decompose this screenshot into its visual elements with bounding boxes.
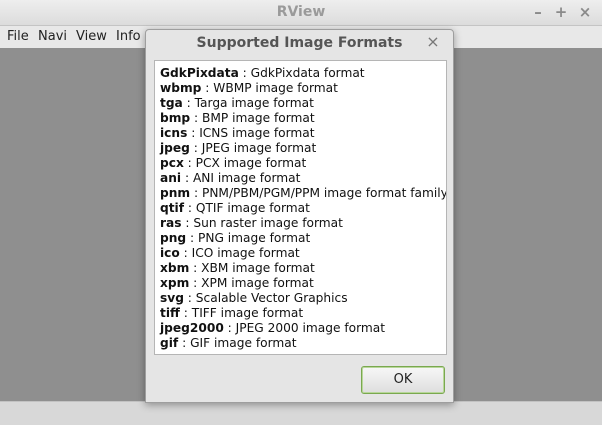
format-row: xbm : XBM image format	[160, 261, 446, 276]
menu-info[interactable]: Info	[116, 29, 141, 44]
maximize-icon[interactable]: +	[552, 3, 570, 21]
format-name: tga	[160, 96, 183, 110]
format-row: wbmp : WBMP image format	[160, 81, 446, 96]
format-name: icns	[160, 126, 188, 140]
menu-file[interactable]: File	[7, 29, 29, 44]
menu-view[interactable]: View	[76, 29, 107, 44]
format-name: ani	[160, 171, 182, 185]
format-desc: : Sun raster image format	[181, 216, 343, 230]
format-name: ras	[160, 216, 182, 230]
format-desc: : XPM image format	[189, 276, 314, 290]
format-desc: : GIF image format	[178, 336, 297, 350]
dialog-close-icon[interactable]: ×	[425, 34, 441, 50]
format-row: xpm : XPM image format	[160, 276, 446, 291]
format-name: tiff	[160, 306, 180, 320]
minimize-icon[interactable]: –	[529, 3, 547, 21]
format-desc: : Scalable Vector Graphics	[183, 291, 348, 305]
format-name: pcx	[160, 156, 184, 170]
format-name: jpeg	[160, 141, 190, 155]
format-desc: : Targa image format	[182, 96, 314, 110]
format-desc: : ANI image format	[181, 171, 301, 185]
format-desc: : PNM/PBM/PGM/PPM image format family	[190, 186, 447, 200]
format-desc: : WBMP image format	[201, 81, 338, 95]
format-name: png	[160, 231, 187, 245]
format-row: png : PNG image format	[160, 231, 446, 246]
format-row: GdkPixdata : GdkPixdata format	[160, 66, 446, 81]
format-name: wbmp	[160, 81, 202, 95]
dialog-title: Supported Image Formats	[196, 35, 403, 51]
format-row: jpeg : JPEG image format	[160, 141, 446, 156]
format-desc: : ICO image format	[179, 246, 300, 260]
format-row: svg : Scalable Vector Graphics	[160, 291, 446, 306]
menu-navi[interactable]: Navi	[38, 29, 67, 44]
format-row: gif : GIF image format	[160, 336, 446, 351]
format-desc: : JPEG 2000 image format	[223, 321, 386, 335]
format-desc: : PCX image format	[183, 156, 307, 170]
format-name: bmp	[160, 111, 191, 125]
format-desc: : TIFF image format	[179, 306, 304, 320]
format-row: pnm : PNM/PBM/PGM/PPM image format famil…	[160, 186, 446, 201]
format-desc: : ICNS image format	[187, 126, 315, 140]
format-row: ico : ICO image format	[160, 246, 446, 261]
format-desc: : XBM image format	[189, 261, 315, 275]
format-desc: : QTIF image format	[184, 201, 310, 215]
format-row: ani : ANI image format	[160, 171, 446, 186]
format-list: GdkPixdata : GdkPixdata format wbmp : WB…	[154, 60, 447, 355]
format-row: ras : Sun raster image format	[160, 216, 446, 231]
format-row: tiff : TIFF image format	[160, 306, 446, 321]
format-name: qtif	[160, 201, 185, 215]
format-name: ico	[160, 246, 180, 260]
format-name: jpeg2000	[160, 321, 224, 335]
format-row: qtif : QTIF image format	[160, 201, 446, 216]
format-desc: : JPEG image format	[189, 141, 317, 155]
status-bar	[0, 401, 602, 425]
window-titlebar[interactable]: RView – + ×	[0, 0, 602, 26]
format-row: pcx : PCX image format	[160, 156, 446, 171]
ok-button[interactable]: OK	[361, 366, 445, 394]
format-name: xbm	[160, 261, 190, 275]
format-row: bmp : BMP image format	[160, 111, 446, 126]
supported-formats-dialog: Supported Image Formats × GdkPixdata : G…	[145, 29, 454, 403]
format-desc: : BMP image format	[190, 111, 315, 125]
format-name: gif	[160, 336, 179, 350]
format-name: GdkPixdata	[160, 66, 239, 80]
format-name: svg	[160, 291, 184, 305]
close-icon[interactable]: ×	[576, 3, 594, 21]
format-name: pnm	[160, 186, 191, 200]
format-row: jpeg2000 : JPEG 2000 image format	[160, 321, 446, 336]
format-row: icns : ICNS image format	[160, 126, 446, 141]
format-desc: : GdkPixdata format	[238, 66, 365, 80]
format-desc: : PNG image format	[186, 231, 311, 245]
format-row: tga : Targa image format	[160, 96, 446, 111]
window-title: RView	[276, 4, 326, 20]
format-name: xpm	[160, 276, 190, 290]
